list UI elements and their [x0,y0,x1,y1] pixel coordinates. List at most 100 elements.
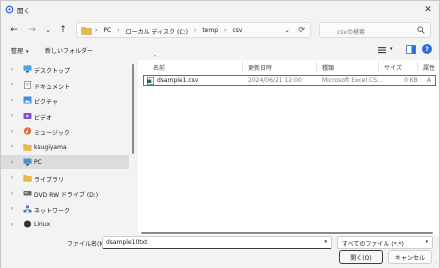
filename-field[interactable]: dsample10txt ▾ [102,236,332,249]
video-icon [23,112,32,119]
navigation-pane-scrollbar[interactable] [131,60,136,230]
dialog-footer: ファイル名(N): dsample10txt ▾ すべてのファイル (*.*) … [1,235,439,268]
expand-chevron-icon[interactable]: › [11,221,13,228]
column-header-type[interactable]: 種類 [322,63,334,72]
scrollbar-thumb[interactable] [141,232,433,234]
library-folder-icon [23,174,32,182]
nav-item[interactable]: › DVD RW ドライブ (D:) [1,186,129,200]
view-options-icon[interactable] [377,45,387,55]
column-header-modified[interactable]: 更新日時 [248,63,272,72]
expand-chevron-icon[interactable]: › [11,128,13,135]
search-box[interactable]: csvの検索 [319,22,431,38]
cancel-button[interactable]: キャンセル [388,250,432,264]
organize-label: 整理 [11,48,24,55]
document-icon [24,80,31,89]
resize-grip-icon[interactable]: ⋰ [433,261,438,267]
dvd-drive-icon [23,191,32,196]
navigation-bar: ← → ⌄ ↑ › PC › ローカル ディスク (C:) › temp › c… [1,19,439,41]
breadcrumb-temp[interactable]: temp [202,27,218,36]
nav-item[interactable]: › ミュージック [1,124,129,138]
csv-file-icon [147,77,154,85]
file-size: 0 KB [404,77,418,84]
nav-item-label: ミュージック [34,130,70,137]
forward-arrow-icon[interactable]: → [25,23,39,37]
chevron-down-icon[interactable]: ▾ [425,239,428,245]
recent-locations-chevron-icon[interactable]: ⌄ [41,23,55,37]
preview-pane-icon[interactable] [406,45,416,54]
file-row[interactable]: dsample1.csv 2024/06/21 12:00 Microsoft … [143,75,436,86]
open-button[interactable]: 開く(O) [339,250,383,264]
window-title: 開く [17,7,30,15]
navigation-pane: › デスクトップ › ドキュメント › ピクチャ › ビデオ › ミュージック › ksugiyama… [1,60,135,230]
column-header-size[interactable]: サイズ [384,63,402,72]
filename-input[interactable]: dsample10txt [106,239,148,246]
breadcrumb-pc[interactable]: PC [103,27,111,36]
expand-chevron-icon[interactable]: › [11,205,13,212]
nav-item-label: ピクチャ [34,99,58,106]
folder-icon [81,27,92,35]
address-bar[interactable]: › PC › ローカル ディスク (C:) › temp › csv ⌄ ⟳ [76,22,311,38]
linux-icon [24,220,31,228]
new-folder-button[interactable]: 新しいフォルダー [45,46,93,55]
column-divider[interactable] [417,62,418,71]
desktop-icon [23,65,32,73]
address-history-chevron-icon[interactable]: ⌄ [284,26,290,34]
breadcrumb: › PC › ローカル ディスク (C:) › temp › csv [95,27,242,36]
nav-item-label: DVD RW ドライブ (D:) [34,192,99,199]
nav-item[interactable]: › ksugiyama [1,140,129,154]
back-arrow-icon[interactable]: ← [7,23,21,37]
expand-chevron-icon[interactable]: › [11,174,13,181]
chevron-down-icon: ▾ [26,49,29,55]
filetype-value: すべてのファイル (*.*) [342,241,404,248]
sort-indicator-icon: ^ [153,55,158,61]
title-bar: 開く ✕ [1,1,439,19]
breadcrumb-separator: › [193,27,197,34]
nav-item[interactable]: › ビデオ [1,109,129,123]
expand-chevron-icon[interactable]: › [11,159,13,166]
nav-item[interactable]: › ドキュメント [1,78,129,92]
column-header-name[interactable]: 名前 [153,63,165,72]
chevron-down-icon[interactable]: ▾ [324,239,327,245]
filetype-select[interactable]: すべてのファイル (*.*) ▾ [337,236,433,249]
folder-icon [23,143,32,151]
breadcrumb-separator: › [117,27,120,34]
refresh-icon[interactable]: ⟳ [298,25,305,34]
nav-item[interactable]: › ネットワーク [1,202,129,216]
scrollbar-thumb[interactable] [132,64,134,154]
file-name: dsample1.csv [157,77,199,84]
expand-chevron-icon[interactable]: › [11,112,13,119]
file-attributes: A [427,77,432,84]
app-icon [5,5,14,14]
search-icon [417,26,425,34]
nav-item[interactable]: › デスクトップ [1,62,129,76]
expand-chevron-icon[interactable]: › [11,97,13,104]
nav-item[interactable]: › ライブラリ [1,171,129,185]
expand-chevron-icon[interactable]: › [11,143,13,150]
nav-item-label: ksugiyama [34,143,67,151]
search-input[interactable]: csvの検索 [337,27,365,36]
column-divider[interactable] [242,62,243,71]
column-divider[interactable] [378,62,379,71]
nav-item-label: Linux [34,221,51,228]
file-type: Microsoft Excel CS... [322,77,383,84]
nav-item-label: ライブラリ [34,176,65,184]
nav-item[interactable]: › Linux [1,217,129,230]
breadcrumb-csv[interactable]: csv [232,27,242,36]
breadcrumb-separator: › [224,27,227,34]
chevron-down-icon[interactable]: ▾ [390,46,393,52]
help-icon[interactable]: ? [422,44,432,54]
expand-chevron-icon[interactable]: › [11,66,13,73]
expand-chevron-icon[interactable]: › [11,81,13,88]
file-list-pane: ^ 名前 更新日時 種類 サイズ 属性 dsample1.csv 2024/06… [138,55,439,230]
organize-menu-button[interactable]: 整理 ▾ [11,46,29,55]
expand-chevron-icon[interactable]: › [11,190,13,197]
up-arrow-icon[interactable]: ↑ [56,23,70,37]
nav-item[interactable]: › ピクチャ [1,93,129,107]
breadcrumb-separator: › [95,27,98,34]
nav-item[interactable]: › PC [1,155,129,169]
command-bar: 整理 ▾ 新しいフォルダー ▾ ? [1,43,439,57]
close-icon[interactable]: ✕ [421,3,435,17]
breadcrumb-local-disk[interactable]: ローカル ディスク (C:) [126,27,188,36]
column-divider[interactable] [316,62,317,71]
column-header-attributes[interactable]: 属性 [423,63,435,72]
